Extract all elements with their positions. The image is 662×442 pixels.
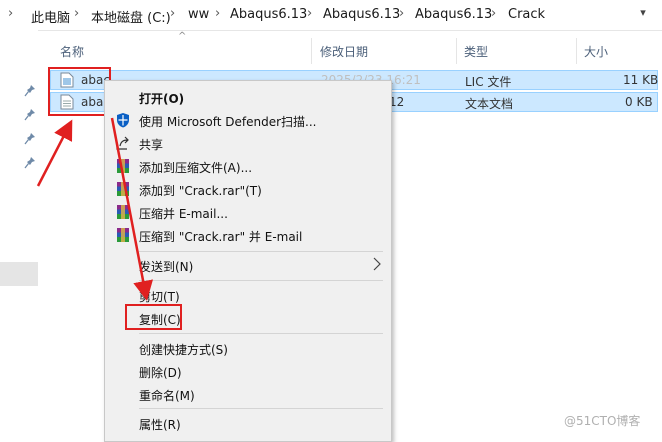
annotation-arrows [36, 117, 154, 301]
watermark: @51CTO博客 [564, 414, 641, 428]
arrow-to-copy [110, 117, 154, 301]
arrow-to-files [36, 119, 73, 187]
